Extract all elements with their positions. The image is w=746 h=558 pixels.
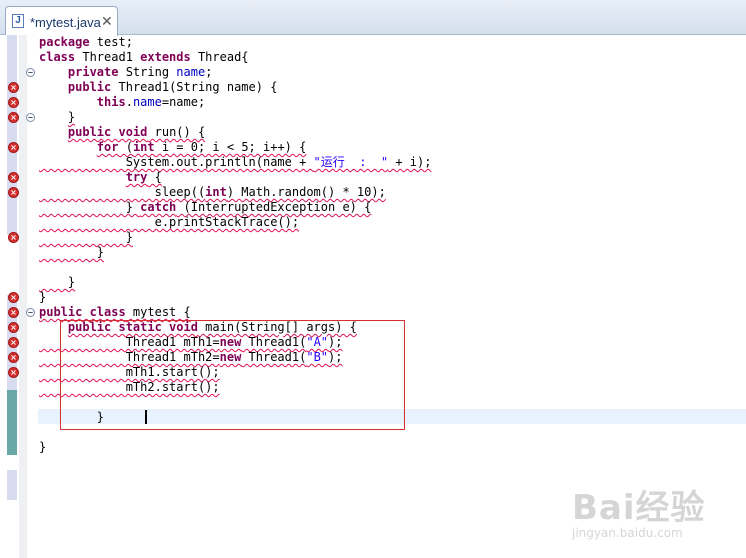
code-keyword: int (205, 185, 227, 199)
code-line[interactable]: } (39, 245, 104, 260)
code-keyword: public class (39, 305, 126, 319)
code-line[interactable]: } catch (InterruptedException e) { (39, 200, 372, 215)
code-token: . (125, 95, 133, 109)
code-token: mytest { (125, 305, 191, 319)
code-token: e.printStackTrace(); (39, 215, 300, 229)
fold-collapse-icon[interactable]: − (26, 113, 35, 122)
code-token: System.out.println(name + (39, 155, 314, 169)
error-marker-icon[interactable]: × (8, 172, 19, 183)
code-line[interactable]: public Thread1(String name) { (39, 80, 278, 95)
error-marker-icon[interactable]: × (8, 352, 19, 363)
code-line[interactable]: for (int i = 0; i < 5; i++) { (39, 140, 307, 155)
fold-collapse-icon[interactable]: − (26, 308, 35, 317)
code-token: =name; (161, 95, 206, 109)
code-token: } (39, 200, 141, 214)
code-token: String (118, 65, 177, 79)
error-marker-icon[interactable]: × (8, 142, 19, 153)
tab-title: *mytest.java (30, 15, 101, 30)
code-keyword: try (125, 170, 148, 184)
code-token: sleep(( (39, 185, 206, 199)
code-token: Thread{ (190, 50, 249, 64)
code-token: name (176, 65, 206, 79)
code-line[interactable]: public class mytest { (39, 305, 191, 320)
code-line[interactable]: sleep((int) Math.random() * 10); (39, 185, 386, 200)
code-line[interactable]: public void run() { (39, 125, 205, 140)
code-token: ; (205, 65, 213, 79)
code-keyword: public void (67, 125, 148, 139)
code-token: name (132, 95, 162, 109)
code-token: (InterruptedException e) { (176, 200, 372, 214)
code-line[interactable]: try { (39, 170, 162, 185)
code-line[interactable]: package test; (39, 35, 133, 50)
code-token: ( (118, 140, 133, 154)
code-token: } (39, 275, 76, 289)
code-token: ) Math.random() * 10); (226, 185, 386, 199)
watermark-main: Bai经验 (572, 488, 706, 528)
quickdiff-bar (7, 470, 17, 500)
code-line[interactable]: } (39, 290, 46, 305)
editor-tab-mytest[interactable]: J *mytest.java ✕ (5, 6, 118, 36)
code-keyword: this (96, 95, 126, 109)
code-keyword: class (39, 50, 76, 64)
quickdiff-bar (7, 35, 17, 235)
code-line[interactable]: private String name; (39, 65, 213, 80)
baidu-jingyan-watermark: Bai经验 jingyan.baidu.com (572, 480, 732, 550)
editor-tab-bar: J *mytest.java ✕ (0, 0, 746, 36)
code-keyword: extends (140, 50, 191, 64)
code-token: + i); (388, 155, 432, 169)
quickdiff-bar-changed (7, 390, 17, 455)
code-token: } (39, 290, 47, 304)
fold-collapse-icon[interactable]: − (26, 68, 35, 77)
code-line[interactable]: this.name=name; (39, 95, 205, 110)
code-line[interactable]: class Thread1 extends Thread{ (39, 50, 249, 65)
code-token: } (39, 440, 47, 454)
code-line[interactable]: e.printStackTrace(); (39, 215, 300, 230)
code-line[interactable]: } (39, 230, 133, 245)
code-keyword: catch (140, 200, 177, 214)
error-marker-icon[interactable]: × (8, 97, 19, 108)
code-token: Thread1(String name) { (111, 80, 278, 94)
error-marker-icon[interactable]: × (8, 337, 19, 348)
error-marker-icon[interactable]: × (8, 82, 19, 93)
code-token: } (39, 230, 133, 244)
code-token: i = 0; i < 5; i++) { (154, 140, 307, 154)
code-keyword: public (67, 80, 112, 94)
highlight-box (60, 320, 405, 430)
watermark-sub: jingyan.baidu.com (572, 526, 683, 540)
code-keyword: package (39, 35, 90, 49)
code-token: test; (89, 35, 133, 49)
code-token: } (39, 245, 105, 259)
code-token: Thread1 (75, 50, 141, 64)
code-line[interactable]: } (39, 440, 46, 455)
error-marker-icon[interactable]: × (8, 187, 19, 198)
java-file-icon: J (12, 14, 24, 28)
code-line[interactable]: } (39, 275, 75, 290)
code-token: run() { (147, 125, 206, 139)
error-marker-icon[interactable]: × (8, 112, 19, 123)
error-marker-icon[interactable]: × (8, 292, 19, 303)
code-line[interactable]: } (39, 110, 75, 125)
code-token: { (147, 170, 162, 184)
error-marker-icon[interactable]: × (8, 322, 19, 333)
code-line[interactable]: System.out.println(name + "运行 : " + i); (39, 155, 432, 170)
error-marker-icon[interactable]: × (8, 307, 19, 318)
error-marker-icon[interactable]: × (8, 232, 19, 243)
code-string: "运行 : " (313, 155, 389, 169)
close-icon[interactable]: ✕ (101, 14, 113, 30)
code-token: } (67, 110, 76, 124)
code-keyword: private (67, 65, 119, 79)
code-keyword: for (96, 140, 119, 154)
code-keyword: int (132, 140, 155, 154)
folding-ruler (19, 35, 27, 558)
error-marker-icon[interactable]: × (8, 367, 19, 378)
